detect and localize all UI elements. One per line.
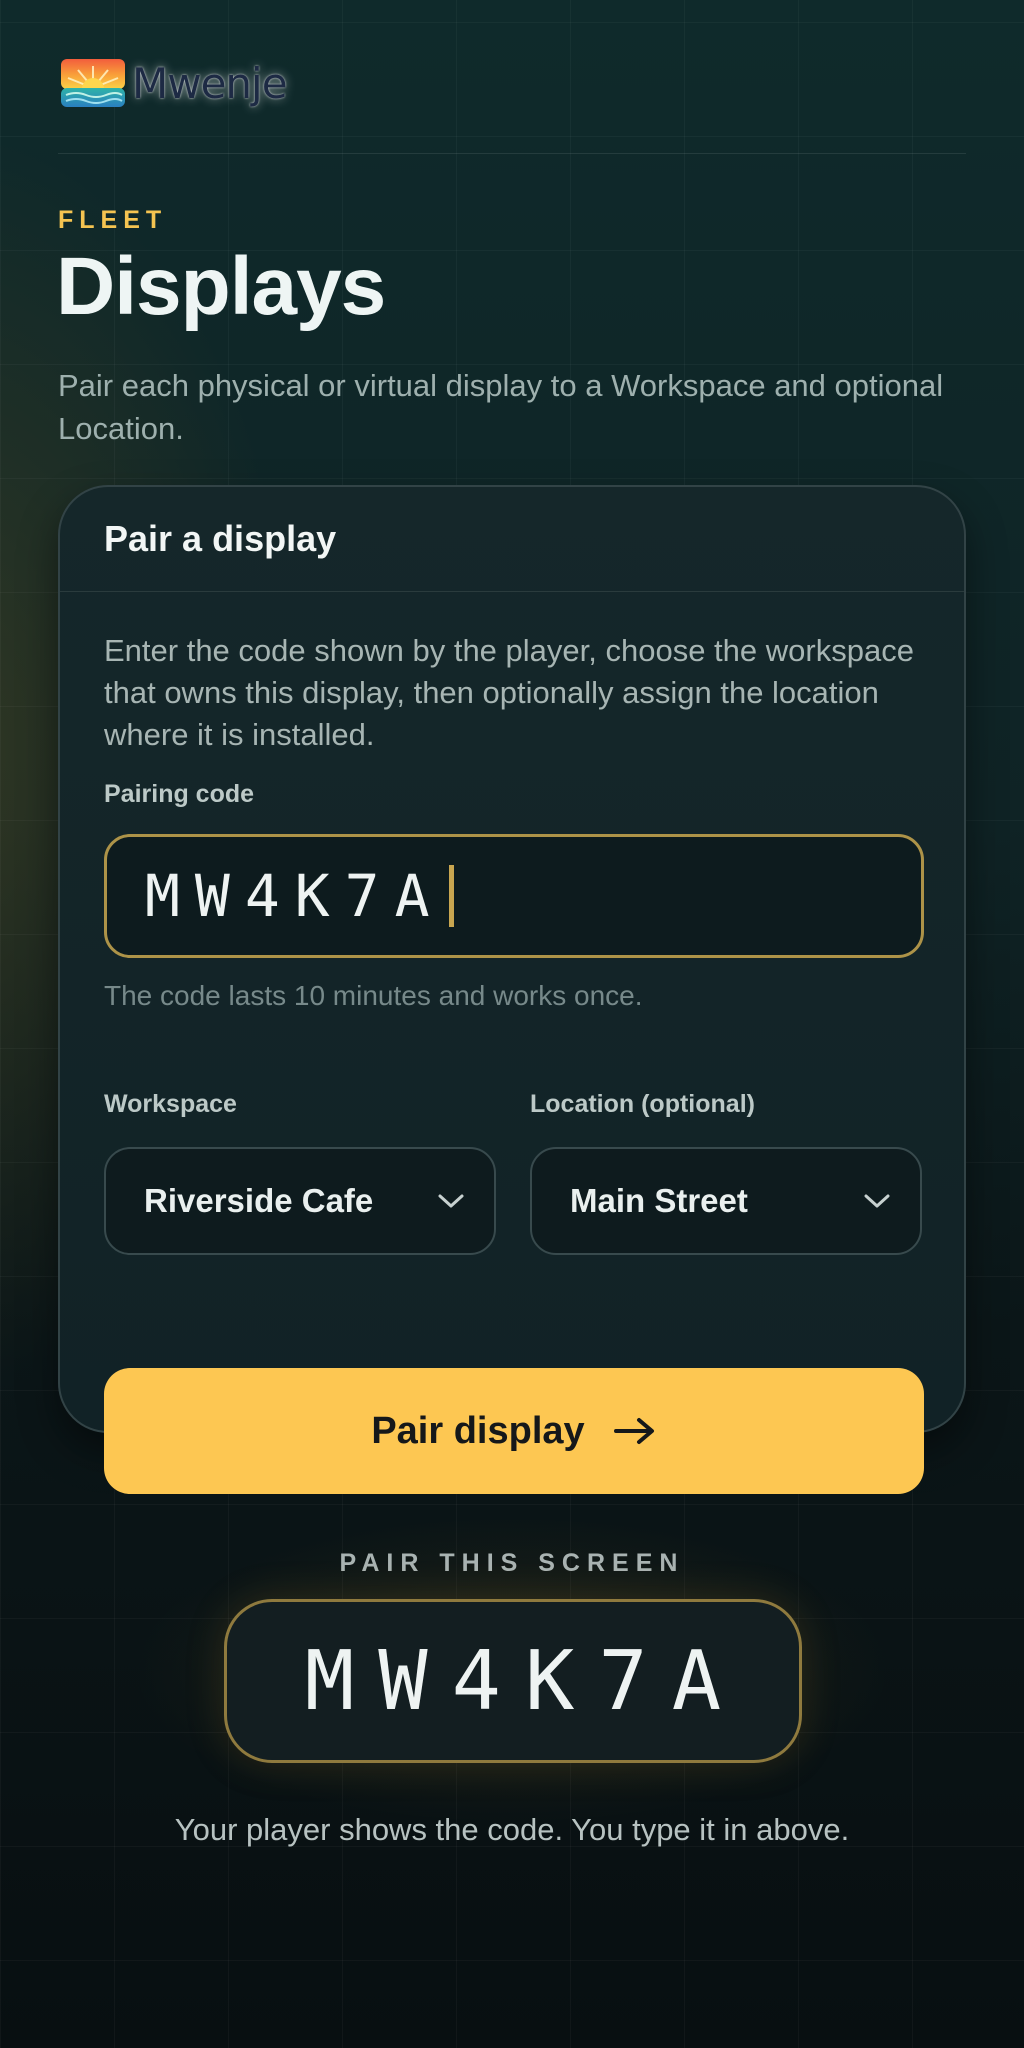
workspace-selected-value: Riverside Cafe — [144, 1182, 374, 1219]
pair-screen-code: MW4K7A — [304, 1633, 746, 1729]
chevron-down-icon — [864, 1194, 890, 1208]
pair-display-button[interactable]: Pair display — [104, 1368, 924, 1494]
pairing-code-label: Pairing code — [104, 780, 255, 808]
pairing-code-value: MW4K7A — [145, 862, 445, 930]
pair-display-card: Pair a display Enter the code shown by t… — [58, 485, 966, 1494]
card-title: Pair a display — [104, 518, 337, 559]
brand-name: Mwenje — [132, 58, 288, 108]
section-eyebrow: FLEET — [58, 206, 168, 234]
page-title: Displays — [56, 241, 386, 332]
pair-screen-caption: Your player shows the code. You type it … — [174, 1812, 850, 1847]
pair-display-button-label: Pair display — [371, 1409, 585, 1452]
page-subtitle: Pair each physical or virtual display to… — [58, 368, 944, 446]
text-caret — [448, 865, 454, 927]
workspace-select[interactable]: Riverside Cafe — [104, 1147, 496, 1255]
card-intro: Enter the code shown by the player, choo… — [104, 633, 914, 752]
chevron-down-icon — [438, 1194, 464, 1208]
location-select[interactable]: Main Street — [530, 1147, 922, 1255]
workspace-label: Workspace — [104, 1090, 237, 1118]
pairing-code-hint: The code lasts 10 minutes and works once… — [104, 980, 643, 1011]
brand-logo[interactable]: Mwenje — [60, 58, 288, 108]
header-divider — [58, 153, 966, 154]
pair-screen-code-box: MW4K7A — [224, 1599, 802, 1763]
location-label: Location (optional) — [530, 1090, 755, 1118]
location-selected-value: Main Street — [570, 1182, 748, 1219]
pairing-code-input[interactable]: MW4K7A — [104, 834, 924, 958]
arrow-right-icon — [613, 1418, 654, 1444]
pair-screen-eyebrow: PAIR THIS SCREEN — [339, 1549, 685, 1577]
card-header: Pair a display — [60, 487, 964, 592]
sunrise-logo-icon — [61, 59, 125, 107]
